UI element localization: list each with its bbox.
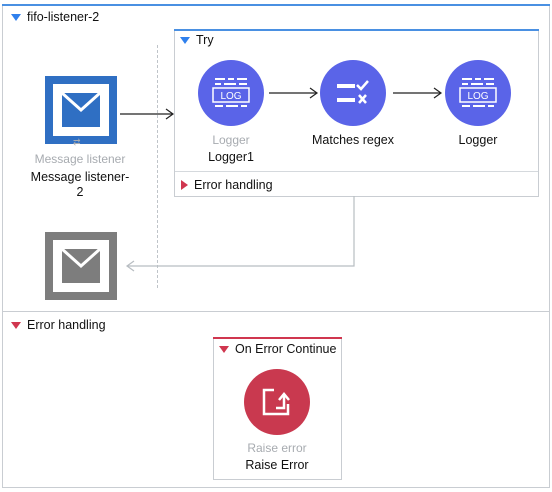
envelope-listener-icon [45, 76, 117, 144]
collapse-triangle-icon[interactable] [219, 345, 229, 353]
collapse-triangle-icon[interactable] [180, 36, 190, 44]
collapse-triangle-icon[interactable] [11, 13, 21, 21]
on-error-continue-title: On Error Continue [235, 342, 337, 356]
svg-text:LOG: LOG [467, 91, 488, 102]
flow-arrow [393, 87, 443, 99]
raise-error-type-label: Raise error [247, 441, 307, 455]
message-listener-response[interactable] [45, 232, 117, 300]
logger-processor[interactable]: LOG [198, 60, 264, 126]
flow-arrow [120, 108, 175, 120]
matches-regex-processor[interactable] [320, 60, 386, 126]
raise-error-icon [262, 388, 290, 416]
raise-error-processor[interactable] [244, 369, 310, 435]
logger1-type-label: Logger [212, 133, 250, 147]
logger1-name[interactable]: Logger1 [181, 150, 281, 164]
matches-regex-name[interactable]: Matches regex [298, 133, 408, 147]
try-error-handling-label: Error handling [194, 178, 273, 192]
expand-triangle-icon[interactable] [181, 180, 188, 190]
try-header[interactable]: Try [180, 33, 214, 47]
sync-arrows-icon: ⇄ [73, 137, 81, 147]
flow-title: fifo-listener-2 [27, 10, 100, 24]
error-handling-title: Error handling [27, 318, 106, 332]
collapse-triangle-icon[interactable] [11, 321, 21, 329]
flow-arrow [269, 87, 319, 99]
svg-text:LOG: LOG [220, 91, 241, 102]
log-icon: LOG [459, 78, 497, 107]
error-handling-divider [2, 311, 550, 312]
raise-error-name[interactable]: Raise Error [217, 458, 337, 472]
try-error-handling-header[interactable]: Error handling [181, 178, 273, 192]
envelope-response-icon [45, 232, 117, 300]
return-path-arrow [125, 196, 355, 272]
try-title: Try [196, 33, 214, 47]
message-listener-source[interactable] [45, 76, 117, 144]
try-error-separator [175, 171, 538, 172]
error-handling-header[interactable]: Error handling [11, 318, 106, 332]
logger-name[interactable]: Logger [428, 133, 528, 147]
try-accent-line [174, 29, 539, 31]
flow-accent-line [2, 4, 550, 6]
on-error-accent-line [213, 337, 342, 339]
logger-processor[interactable]: LOG [445, 60, 511, 126]
flow-header[interactable]: fifo-listener-2 [11, 10, 99, 24]
regex-check-icon [337, 80, 369, 104]
log-icon: LOG [212, 78, 250, 107]
on-error-continue-header[interactable]: On Error Continue [219, 342, 336, 356]
source-type-label: Message listener [34, 152, 126, 166]
